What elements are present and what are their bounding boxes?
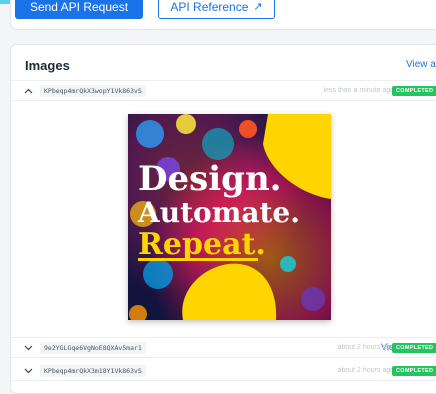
poster-artwork: Design. Automate. Repeat. — [128, 114, 331, 320]
api-reference-button[interactable]: API Reference ↗ — [158, 0, 275, 19]
send-api-request-button[interactable]: Send API Request — [15, 0, 143, 19]
send-api-request-label: Send API Request — [29, 0, 129, 14]
image-time: about 2 hours ago — [337, 367, 394, 374]
images-card-header: Images View all — [11, 45, 436, 81]
external-link-icon: ↗ — [253, 1, 263, 13]
status-badge: COMPLETED — [392, 86, 436, 96]
poster-line-1: Design. — [138, 159, 282, 199]
chevron-down-icon[interactable] — [23, 366, 33, 376]
image-row[interactable]: 9e2YGLGqe6VgNoE8QXAv5mar1 about 2 hours … — [11, 338, 436, 358]
image-id: KPbeqp4mrQkX3m18Y1Vk863vS — [40, 365, 146, 377]
view-all-link[interactable]: View all — [406, 59, 436, 70]
image-row[interactable]: KPbeqp4mrQkX3wopY1Vk863vS less than a mi… — [11, 81, 436, 101]
image-id: 9e2YGLGqe6VgNoE8QXAv5mar1 — [40, 342, 146, 354]
images-card-title: Images — [25, 58, 70, 73]
images-card: Images View all KPbeqp4mrQkX3wopY1Vk863v… — [10, 44, 436, 394]
chevron-up-icon[interactable] — [23, 86, 33, 96]
image-id: KPbeqp4mrQkX3wopY1Vk863vS — [40, 85, 146, 97]
image-time: about 2 hours ago — [337, 344, 394, 351]
generated-image: Design. Automate. Repeat. — [128, 114, 331, 320]
image-row[interactable]: KPbeqp4mrQkX3m18Y1Vk863vS about 2 hours … — [11, 361, 436, 381]
poster-line-3: Repeat. — [138, 227, 266, 262]
image-time: less than a minute ago — [323, 87, 394, 94]
image-row-expanded-body: Design. Automate. Repeat. View Log Data … — [11, 102, 436, 352]
poster-line-2: Automate. — [137, 196, 300, 229]
poster-underline — [138, 258, 258, 261]
api-reference-label: API Reference — [170, 0, 249, 14]
status-badge: COMPLETED — [392, 366, 436, 376]
status-badge: COMPLETED — [392, 343, 436, 353]
chevron-down-icon[interactable] — [23, 343, 33, 353]
